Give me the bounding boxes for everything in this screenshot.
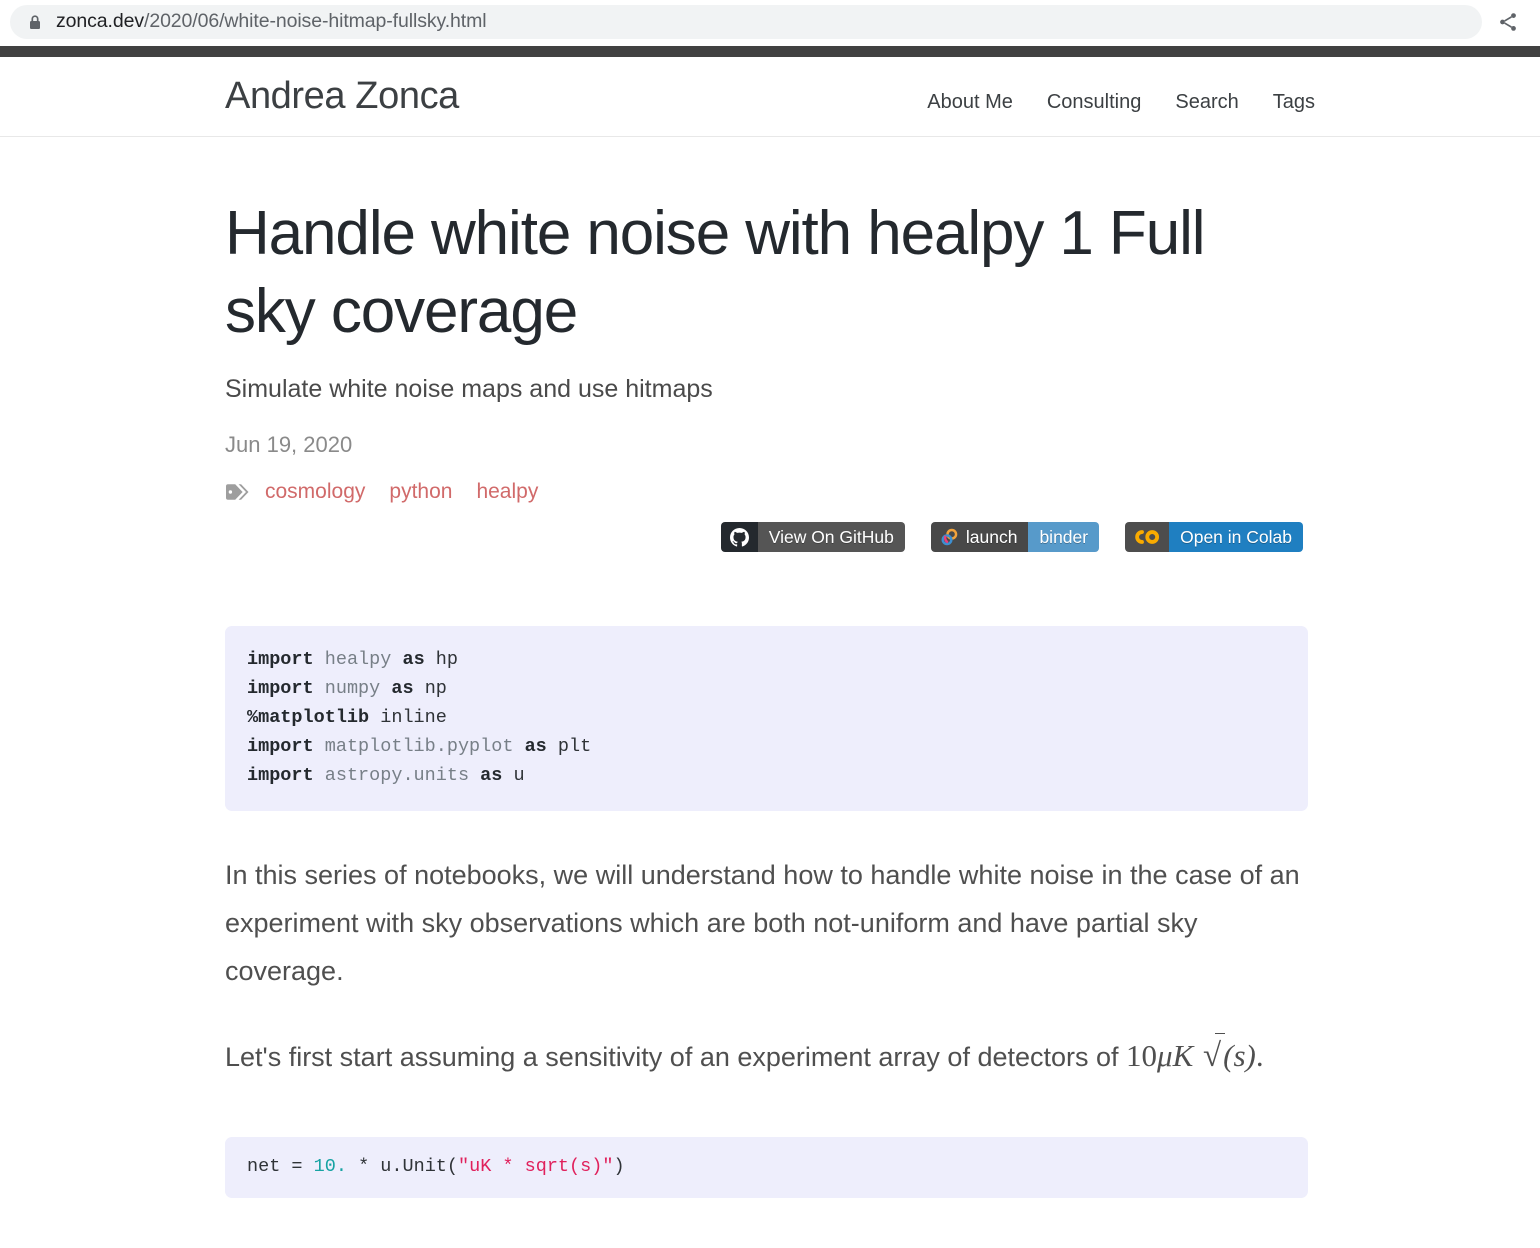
url-host: zonca.dev (56, 10, 144, 32)
nav-item-consulting[interactable]: Consulting (1047, 91, 1142, 114)
code-kw-import-1: import (247, 649, 314, 671)
post-subtitle: Simulate white noise maps and use hitmap… (225, 375, 713, 404)
post-date: Jun 19, 2020 (225, 432, 353, 458)
binder-badge-launch-label: launch (965, 526, 1018, 547)
code-op-star: * (358, 1156, 370, 1178)
badge-row: View On GitHub launch binder Open in Col… (225, 522, 1315, 553)
code-kw-import-2: import (247, 678, 314, 700)
colab-badge-left (1125, 522, 1170, 553)
code-kw-import-3: import (247, 735, 314, 757)
code-mod-astropy-units: astropy.units (324, 764, 470, 786)
github-badge-left (720, 522, 758, 553)
tag-icon (226, 484, 249, 501)
github-icon (729, 527, 749, 547)
math-sqrt-icon: √ (1201, 1027, 1226, 1086)
open-in-colab-badge[interactable]: Open in Colab (1125, 522, 1303, 553)
code-magic-matplotlib: %matplotlib (247, 706, 370, 728)
code-number-ten: 10. (313, 1156, 347, 1178)
code-kw-as-1: as (402, 649, 425, 671)
code-alias-u: u (513, 764, 525, 786)
math-sqrt-argument: (s) (1223, 1037, 1256, 1073)
code-alias-np: np (424, 678, 447, 700)
tag-list: cosmology python healpy (225, 480, 1315, 504)
main-nav: About Me Consulting Search Tags (927, 91, 1315, 114)
lock-icon (30, 14, 40, 29)
browser-chrome: zonca.dev/2020/06/white-noise-hitmap-ful… (0, 0, 1540, 43)
code-kw-import-4: import (247, 764, 314, 786)
code-kw-as-3: as (524, 735, 547, 757)
url-path: /2020/06/white-noise-hitmap-fullsky.html (144, 10, 487, 32)
code-mod-healpy: healpy (324, 649, 392, 671)
binder-badge-label: binder (1028, 522, 1100, 553)
github-badge-label: View On GitHub (757, 522, 905, 553)
tag-healpy[interactable]: healpy (476, 480, 538, 504)
code-block-imports[interactable]: import healpy as hp import numpy as np %… (225, 626, 1308, 811)
paragraph-sensitivity: Let's first start assuming a sensitivity… (225, 1027, 1308, 1086)
code-mod-numpy: numpy (324, 678, 381, 700)
view-on-github-badge[interactable]: View On GitHub (720, 522, 905, 553)
share-icon (1500, 12, 1516, 31)
url-bar[interactable]: zonca.dev/2020/06/white-noise-hitmap-ful… (10, 4, 1482, 39)
math-number: 10 (1126, 1037, 1158, 1073)
nav-item-about-me[interactable]: About Me (927, 91, 1013, 114)
binder-icon (941, 528, 958, 546)
binder-badge-left: launch (930, 522, 1029, 553)
page-title: Handle white noise with healpy 1 Full sk… (225, 199, 1206, 347)
code-var-net: net (247, 1156, 281, 1178)
launch-binder-badge[interactable]: launch binder (930, 522, 1100, 553)
share-button[interactable] (1490, 4, 1526, 40)
nav-item-tags[interactable]: Tags (1273, 91, 1315, 114)
code-close-paren: ) (613, 1156, 625, 1178)
code-string-unit: "uK * sqrt(s)" (458, 1156, 614, 1178)
code-kw-as-2: as (391, 678, 414, 700)
math-period: . (1255, 1037, 1264, 1073)
code-call-unit: u.Unit( (380, 1156, 458, 1178)
browser-dark-strip (0, 46, 1540, 57)
code-kw-as-4: as (480, 764, 503, 786)
paragraph-intro: In this series of notebooks, we will und… (225, 859, 1300, 986)
code-mod-pyplot: matplotlib.pyplot (324, 735, 514, 757)
tag-python[interactable]: python (389, 480, 452, 504)
site-header-inner: Andrea Zonca About Me Consulting Search … (225, 75, 1315, 118)
code-alias-hp: hp (435, 649, 459, 671)
site-header: Andrea Zonca About Me Consulting Search … (0, 57, 1540, 137)
math-unit-microkelvin: μK (1157, 1037, 1194, 1073)
code-alias-plt: plt (557, 735, 592, 757)
code-magic-arg-inline: inline (380, 706, 447, 728)
code-block-net[interactable]: net = 10. * u.Unit("uK * sqrt(s)") (225, 1137, 1308, 1199)
code-op-equals: = (291, 1156, 303, 1178)
nav-item-search[interactable]: Search (1175, 91, 1238, 114)
colab-badge-label: Open in Colab (1169, 522, 1303, 553)
tag-cosmology[interactable]: cosmology (265, 480, 365, 504)
url-text: zonca.dev/2020/06/white-noise-hitmap-ful… (56, 10, 487, 33)
site-brand[interactable]: Andrea Zonca (225, 75, 459, 118)
colab-icon (1135, 530, 1160, 545)
math-sensitivity-formula: 10μK √ (s). (1126, 1032, 1264, 1074)
paragraph-sensitivity-lead: Let's first start assuming a sensitivity… (225, 1041, 1119, 1072)
post-content: Handle white noise with healpy 1 Full sk… (225, 137, 1315, 1199)
